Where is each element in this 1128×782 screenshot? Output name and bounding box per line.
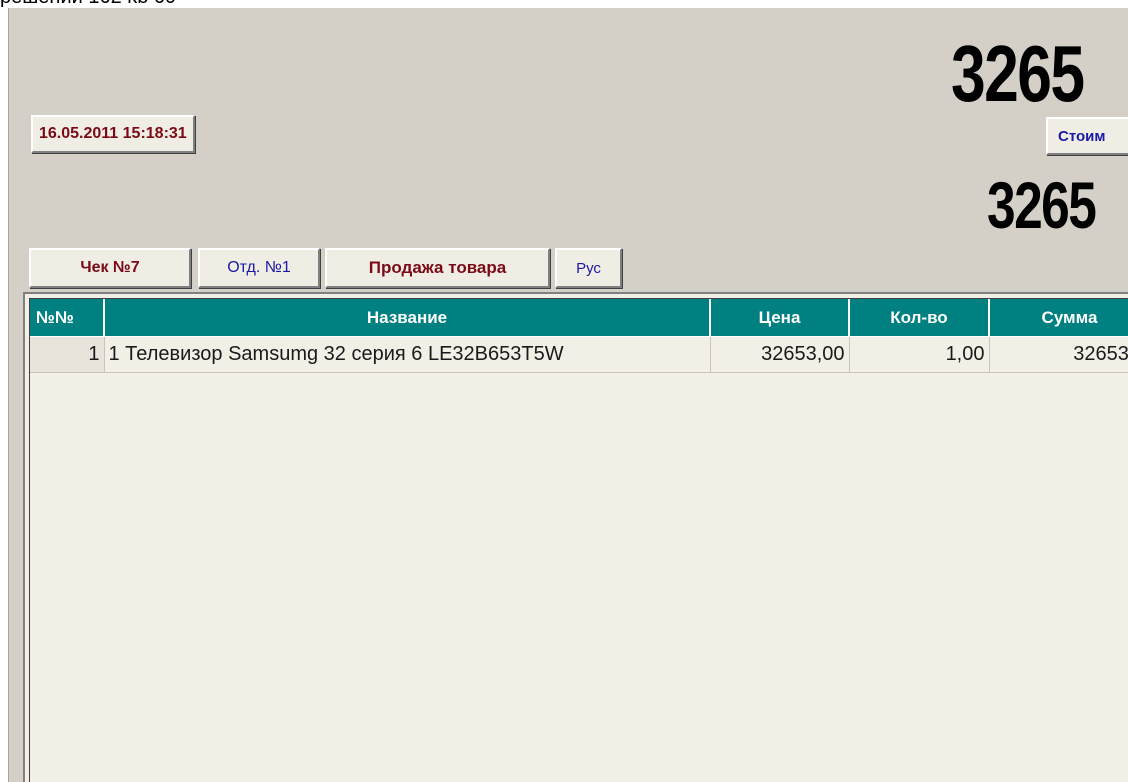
item-name-cell: 1 Телевизор Samsumg 32 серия 6 LE32B653T… bbox=[104, 336, 711, 373]
secondary-amount-display: 3265 bbox=[987, 168, 1097, 242]
column-header-quantity[interactable]: Кол-во bbox=[849, 299, 990, 337]
department-button[interactable]: Отд. №1 bbox=[198, 248, 320, 288]
cost-label: Стоим bbox=[1046, 117, 1128, 155]
items-grid-inner: №№ Название Цена Кол-во Сумма 1 1 Телеви… bbox=[29, 298, 1128, 782]
item-quantity-cell: 1,00 bbox=[849, 336, 990, 373]
datetime-display: 16.05.2011 15:18:31 bbox=[31, 115, 195, 153]
table-header-row: №№ Название Цена Кол-во Сумма bbox=[30, 299, 1128, 337]
items-grid[interactable]: №№ Название Цена Кол-во Сумма 1 1 Телеви… bbox=[23, 292, 1128, 782]
receipt-number-button[interactable]: Чек №7 bbox=[29, 248, 191, 288]
pos-window: 16.05.2011 15:18:31 3265 Стоим 3265 Чек … bbox=[8, 8, 1128, 782]
item-price-cell: 32653,00 bbox=[710, 336, 850, 373]
items-table: №№ Название Цена Кол-во Сумма 1 1 Телеви… bbox=[30, 299, 1128, 373]
item-sum-cell: 32653,0 bbox=[989, 336, 1128, 373]
column-header-price[interactable]: Цена bbox=[710, 299, 850, 337]
column-header-sum[interactable]: Сумма bbox=[989, 299, 1128, 337]
row-number-cell: 1 bbox=[30, 336, 105, 373]
language-button[interactable]: Рус bbox=[555, 248, 622, 288]
column-header-number[interactable]: №№ bbox=[30, 299, 105, 337]
table-row[interactable]: 1 1 Телевизор Samsumg 32 серия 6 LE32B65… bbox=[30, 336, 1128, 373]
total-amount-display: 3265 bbox=[951, 29, 1085, 118]
column-header-name[interactable]: Название bbox=[104, 299, 711, 337]
operation-mode-button[interactable]: Продажа товара bbox=[325, 248, 550, 288]
window-caption-fragment: решений 162 kb 09 bbox=[0, 0, 300, 8]
